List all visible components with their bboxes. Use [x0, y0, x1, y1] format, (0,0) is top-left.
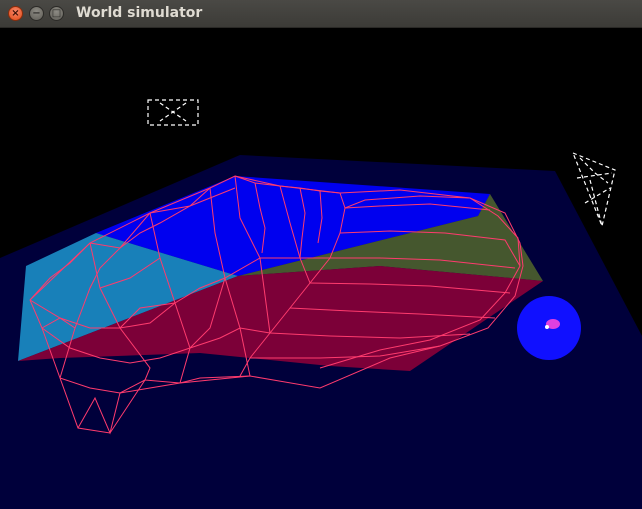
agent-dot: [545, 325, 549, 329]
minimize-icon: −: [32, 7, 41, 19]
scene-canvas[interactable]: [0, 28, 642, 509]
camera-marker-right: [572, 152, 616, 229]
camera-marker-left: [147, 99, 199, 126]
minimize-window-button[interactable]: −: [29, 6, 44, 21]
close-icon: ×: [11, 7, 20, 19]
title-bar[interactable]: × − □ World simulator: [0, 0, 642, 28]
maximize-icon: □: [51, 7, 62, 19]
window-title: World simulator: [76, 5, 203, 21]
maximize-window-button[interactable]: □: [49, 6, 64, 21]
close-window-button[interactable]: ×: [8, 6, 23, 21]
app-window: × − □ World simulator: [0, 0, 642, 509]
simulation-viewport[interactable]: [0, 28, 642, 509]
